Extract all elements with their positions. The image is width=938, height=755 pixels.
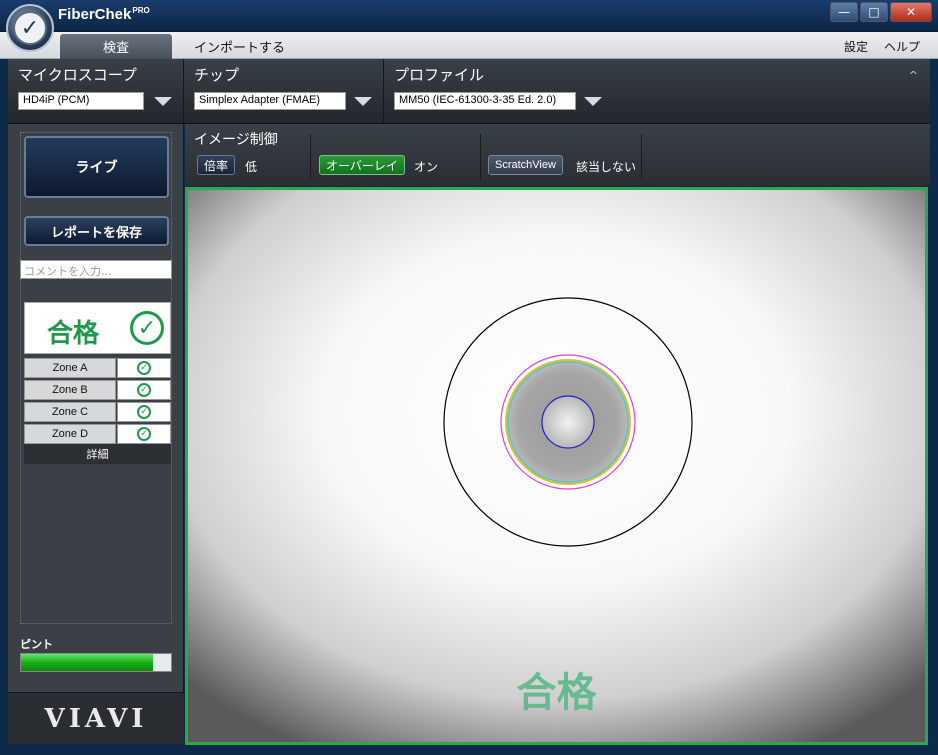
pass-check-icon: ✓ xyxy=(130,311,164,345)
maximize-button[interactable]: □ xyxy=(860,2,888,22)
app-logo-icon: ✓ xyxy=(6,4,54,52)
focus-meter-fill xyxy=(21,654,153,671)
zone-row: Zone B ✓ xyxy=(24,380,171,400)
overlay-button[interactable]: オーバーレイ xyxy=(319,155,405,175)
save-report-button[interactable]: レポートを保存 xyxy=(24,216,169,246)
app-title: FiberChekPRO xyxy=(58,6,150,23)
help-menu[interactable]: ヘルプ xyxy=(884,38,920,55)
image-control-bar: イメージ制御 倍率 低 オーバーレイ オン ScratchView 該当しない xyxy=(185,124,930,186)
profile-dropdown-icon[interactable] xyxy=(584,97,602,106)
overlay-value: オン xyxy=(414,160,439,174)
zone-row: Zone D ✓ xyxy=(24,424,171,444)
settings-menu[interactable]: 設定 xyxy=(844,38,868,55)
divider xyxy=(641,134,642,180)
result-status: 合格 xyxy=(47,319,100,349)
details-button[interactable]: 詳細 xyxy=(24,444,171,464)
zone-status: ✓ xyxy=(117,380,171,400)
app-title-text: FiberChek xyxy=(58,6,132,23)
focus-label: ピント xyxy=(20,638,53,651)
scratchview-value: 該当しない xyxy=(576,160,637,174)
window-controls: — □ ✕ xyxy=(830,2,932,22)
pass-check-icon: ✓ xyxy=(137,427,151,441)
zone-status: ✓ xyxy=(117,358,171,378)
microscope-dropdown-icon[interactable] xyxy=(154,97,172,106)
fiber-image-viewer[interactable]: 合格 xyxy=(185,187,928,745)
zone-status: ✓ xyxy=(117,402,171,422)
zone-status: ✓ xyxy=(117,424,171,444)
window-border-right xyxy=(930,59,938,755)
image-control-title: イメージ制御 xyxy=(194,132,278,148)
live-button[interactable]: ライブ xyxy=(24,136,169,198)
result-box: 合格 ✓ Zone A ✓ Zone B ✓ Zone C ✓ Zone D ✓… xyxy=(24,302,171,466)
tip-section: チップ Simplex Adapter (FMAE) xyxy=(184,59,384,124)
microscope-section: マイクロスコープ HD4iP (PCM) xyxy=(8,59,184,124)
title-bar: FiberChekPRO — □ ✕ xyxy=(0,0,938,32)
pass-check-icon: ✓ xyxy=(137,405,151,419)
collapse-chevron-icon[interactable]: ^ xyxy=(909,69,918,82)
divider xyxy=(480,134,481,180)
viavi-logo: VIAVI xyxy=(8,692,184,744)
minimize-button[interactable]: — xyxy=(830,2,858,22)
pass-check-icon: ✓ xyxy=(137,361,151,375)
divider xyxy=(310,134,311,180)
profile-select[interactable]: MM50 (IEC-61300-3-35 Ed. 2.0) xyxy=(394,92,576,110)
zone-name: Zone A xyxy=(24,358,116,378)
focus-meter xyxy=(20,653,172,672)
magnification-value: 低 xyxy=(245,160,258,174)
zone-name: Zone C xyxy=(24,402,116,422)
zone-name: Zone B xyxy=(24,380,116,400)
magnification-button[interactable]: 倍率 xyxy=(197,155,236,175)
pass-check-icon: ✓ xyxy=(137,383,151,397)
tip-label: チップ xyxy=(194,66,240,84)
zone-row: Zone C ✓ xyxy=(24,402,171,422)
result-header: 合格 ✓ xyxy=(24,302,171,354)
comment-input[interactable]: コメントを入力... xyxy=(20,260,172,279)
close-button[interactable]: ✕ xyxy=(890,2,932,22)
zone-row: Zone A ✓ xyxy=(24,358,171,378)
scratchview-button[interactable]: ScratchView xyxy=(488,155,563,175)
profile-label: プロファイル xyxy=(394,66,485,84)
microscope-select[interactable]: HD4iP (PCM) xyxy=(18,92,144,110)
menu-bar: 検査 インポートする 設定 ヘルプ xyxy=(0,32,938,59)
zone-name: Zone D xyxy=(24,424,116,444)
microscope-label: マイクロスコープ xyxy=(18,66,137,84)
tip-dropdown-icon[interactable] xyxy=(354,97,372,106)
core-zone-a-ring xyxy=(541,395,595,449)
tab-import[interactable]: インポートする xyxy=(194,37,285,56)
window-border-left xyxy=(0,59,8,755)
left-panel: ライブ レポートを保存 コメントを入力... 合格 ✓ Zone A ✓ Zon… xyxy=(8,124,184,744)
tip-select[interactable]: Simplex Adapter (FMAE) xyxy=(194,92,346,110)
tab-inspect[interactable]: 検査 xyxy=(60,34,172,59)
device-bar: マイクロスコープ HD4iP (PCM) チップ Simplex Adapter… xyxy=(8,59,930,124)
app-title-sup: PRO xyxy=(132,6,150,15)
profile-section: プロファイル MM50 (IEC-61300-3-35 Ed. 2.0) ^ xyxy=(384,59,930,124)
result-overlay: 合格 xyxy=(516,670,597,716)
checkmark-icon: ✓ xyxy=(13,11,47,45)
